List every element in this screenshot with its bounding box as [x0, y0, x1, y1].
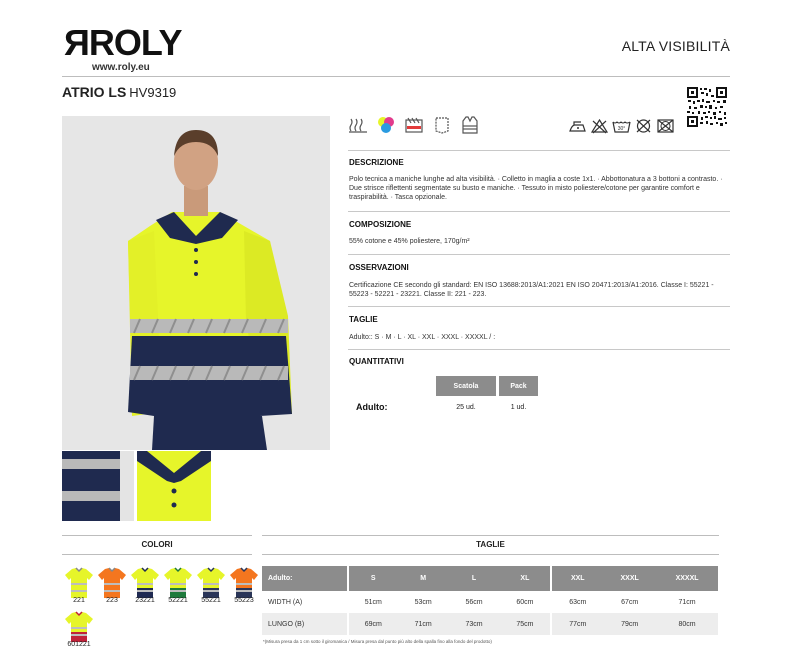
- color-code-label: 223: [106, 597, 118, 604]
- size-cell: 53cm: [414, 598, 432, 606]
- care-icons: 30°: [568, 118, 675, 134]
- wash-30-icon: 30°: [612, 121, 631, 133]
- product-photo: [62, 116, 330, 450]
- size-cell: 71cm: [397, 613, 449, 635]
- size-cell: 56cm: [465, 598, 483, 606]
- no-tumble-dry-icon: [657, 119, 674, 133]
- table-row: LUNGO (B) 69cm 71cm 73cm 75cm 77cm 79cm …: [262, 613, 718, 635]
- color-code-label: 221: [73, 597, 85, 604]
- thumbnail-back[interactable]: [62, 451, 134, 521]
- size-table-divider-top: [262, 535, 719, 536]
- colors-title: COLORI: [141, 540, 173, 549]
- thumbnail-collar[interactable]: [137, 451, 211, 521]
- composition-title: COMPOSIZIONE: [349, 220, 412, 229]
- color-range-icon: [378, 117, 394, 133]
- size-header-cell: Adulto:: [262, 566, 348, 591]
- composition-text: 55% cotone e 45% poliestere, 170g/m²: [349, 238, 470, 245]
- size-cell: 67cm: [621, 598, 639, 606]
- svg-text:ЯROLY: ЯROLY: [64, 24, 183, 60]
- observations-title: OSSERVAZIONI: [349, 263, 409, 272]
- reflective-icon: [405, 117, 423, 133]
- quantity-row-label: Adulto:: [356, 402, 388, 412]
- website-url[interactable]: www.roly.eu: [92, 62, 150, 73]
- sizes-text: Adulto:: S · M · L · XL · XXL · XXXL · X…: [349, 334, 496, 341]
- section-divider: [348, 254, 730, 255]
- size-cell: 69cm: [346, 613, 398, 635]
- product-name: ATRIO LS: [62, 84, 127, 100]
- size-header-cell: XXXXL: [656, 566, 718, 591]
- color-swatch-221[interactable]: [64, 566, 94, 600]
- no-bleach-icon: [590, 118, 609, 134]
- color-swatch-55223[interactable]: [229, 566, 259, 600]
- quantity-value-box: 25 ud.: [456, 404, 476, 411]
- colors-divider-top: [62, 535, 252, 536]
- size-cell: 80cm: [656, 613, 718, 635]
- product-code: HV9319: [129, 85, 177, 100]
- description-text: Polo tecnica a maniche lunghe ad alta vi…: [349, 176, 723, 201]
- size-cell: 75cm: [499, 613, 552, 635]
- colors-divider-bottom: [62, 554, 252, 555]
- size-table-footnote: *(Misura presa da 1 cm sotto il giromani…: [263, 639, 492, 644]
- color-code-label: 55223: [234, 597, 254, 604]
- feature-icons: [348, 115, 480, 135]
- pocket-icon: [435, 117, 449, 134]
- fabric-icon: [349, 118, 367, 133]
- section-divider: [348, 150, 730, 151]
- product-title: ATRIO LS HV9319: [62, 84, 176, 100]
- quantity-header-pack: Pack: [499, 376, 538, 396]
- table-row: WIDTH (A) 51cm 53cm 56cm 60cm 63cm 67cm …: [262, 591, 718, 613]
- header-divider: [62, 76, 730, 77]
- qr-code-icon[interactable]: [686, 86, 728, 128]
- color-swatch-52221[interactable]: [163, 566, 193, 600]
- size-header-cell: M: [397, 566, 449, 591]
- color-code-label: 52221: [168, 597, 188, 604]
- section-divider: [348, 349, 730, 350]
- color-swatch-601221[interactable]: [64, 610, 94, 644]
- size-cell: 77cm: [550, 613, 604, 635]
- size-table: Adulto: S M L XL XXL XXXL XXXXL WIDTH (A…: [262, 566, 719, 635]
- size-cell: 79cm: [603, 613, 657, 635]
- no-dryclean-icon: [636, 119, 651, 133]
- size-header-cell: L: [448, 566, 500, 591]
- svg-text:30°: 30°: [618, 126, 626, 132]
- color-swatch-23221[interactable]: [130, 566, 160, 600]
- size-header-cell: XXL: [550, 566, 604, 591]
- color-code-label: 23221: [135, 597, 155, 604]
- quantity-value-pack: 1 ud.: [510, 404, 527, 411]
- size-cell: 60cm: [516, 598, 534, 606]
- size-table-header-row: Adulto: S M L XL XXL XXXL XXXXL: [262, 566, 718, 591]
- size-header-cell: XL: [499, 566, 552, 591]
- size-header-cell: S: [346, 566, 398, 591]
- size-cell: 51cm: [346, 591, 398, 613]
- size-cell: 73cm: [448, 613, 500, 635]
- roly-logo: ЯROLY: [64, 24, 194, 60]
- iron-icon: [569, 121, 586, 132]
- color-swatch-223[interactable]: [97, 566, 127, 600]
- quantity-header-box: Scatola: [436, 376, 496, 396]
- hi-vis-vest-icon: [462, 116, 478, 134]
- size-cell: 63cm: [550, 591, 604, 613]
- size-cell: LUNGO (B): [262, 613, 348, 635]
- size-header-cell: XXXL: [603, 566, 657, 591]
- size-cell: WIDTH (A): [268, 598, 303, 606]
- observations-text: Certificazione CE secondo gli standard: …: [349, 282, 714, 298]
- description-title: DESCRIZIONE: [349, 158, 404, 167]
- color-code-label: 55221: [201, 597, 221, 604]
- size-table-divider-bottom: [262, 554, 719, 555]
- color-swatch-55221[interactable]: [196, 566, 226, 600]
- category-title: ALTA VISIBILITÀ: [621, 38, 730, 54]
- section-divider: [348, 306, 730, 307]
- size-cell: 71cm: [678, 598, 696, 606]
- sizes-title: TAGLIE: [349, 315, 378, 324]
- section-divider: [348, 211, 730, 212]
- size-table-title: TAGLIE: [476, 540, 505, 549]
- quantities-title: QUANTITATIVI: [349, 357, 404, 366]
